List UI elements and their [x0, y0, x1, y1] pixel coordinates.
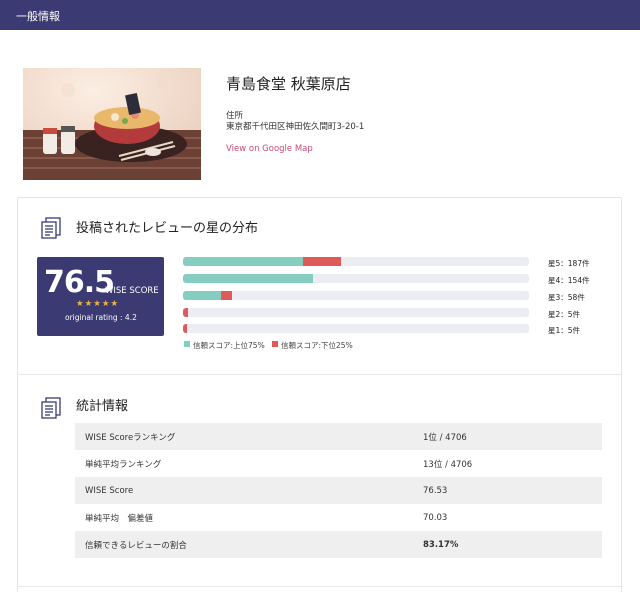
legend-trusted-swatch: [184, 341, 190, 347]
stat-value: 76.53: [423, 477, 602, 504]
bar-untrusted-1: [183, 324, 187, 333]
legend-untrusted: 信頼スコア:下位25%: [281, 341, 353, 350]
distribution-title: 投稿されたレビューの星の分布: [76, 221, 259, 236]
rating-bar-2: [183, 308, 529, 317]
restaurant-image: [23, 68, 201, 180]
bar-label-3: 星3：58件: [548, 293, 585, 302]
legend-untrusted-swatch: [272, 341, 278, 347]
document-icon: [39, 396, 63, 420]
document-icon: [39, 216, 63, 240]
bar-label-2: 星2：5件: [548, 310, 581, 319]
table-row: WISE Scoreランキング 1位 / 4706: [75, 423, 602, 450]
original-rating: original rating : 4.2: [65, 313, 137, 322]
stat-value: 83.17%: [423, 531, 602, 558]
stat-value: 70.03: [423, 512, 448, 523]
table-row: WISE Score 76.53: [75, 477, 602, 504]
stat-label: 単純平均 偏差値: [85, 513, 154, 524]
table-row: 単純平均ランキング 13位 / 4706: [75, 450, 602, 477]
bar-untrusted-2: [183, 308, 188, 317]
bar-trusted-3: [183, 291, 221, 300]
stats-table: WISE Scoreランキング 1位 / 4706 単純平均ランキング 13位 …: [75, 423, 602, 558]
stat-label: 単純平均ランキング: [85, 459, 162, 470]
shop-name: 青島食堂 秋葉原店: [226, 75, 351, 93]
bar-trusted-4: [183, 274, 313, 283]
stats-title: 統計情報: [76, 399, 129, 414]
bar-label-4: 星4：154件: [548, 276, 590, 285]
wise-score-box: 76.5 WISE SCORE ★★★★★ original rating : …: [37, 257, 164, 336]
rating-bar-5: [183, 257, 529, 266]
rating-bar-4: [183, 274, 529, 283]
bar-untrusted-5: [303, 257, 341, 266]
google-map-link[interactable]: View on Google Map: [226, 144, 313, 154]
bar-label-1: 星1：5件: [548, 326, 581, 335]
page-title: 一般情報: [16, 10, 60, 23]
stat-value: 1位 / 4706: [423, 423, 602, 450]
star-rating-icon: ★★★★★: [76, 299, 120, 309]
legend-trusted: 信頼スコア:上位75%: [193, 341, 265, 350]
section-divider: [17, 374, 622, 375]
table-row: 信頼できるレビューの割合 83.17%: [75, 531, 602, 558]
wise-score-value: 76.5: [44, 265, 115, 300]
stat-label: WISE Score: [75, 477, 423, 504]
section-divider-bottom: [17, 586, 622, 587]
stat-label: WISE Scoreランキング: [75, 423, 423, 450]
bar-trusted-5: [183, 257, 303, 266]
table-row: 単純平均 偏差値 70.03: [75, 504, 602, 531]
rating-bar-1: [183, 324, 529, 333]
wise-score-label: WISE SCORE: [105, 286, 159, 296]
address-value: 東京都千代田区神田佐久間町3-20-1: [226, 122, 365, 132]
top-bar: 一般情報: [0, 0, 640, 30]
bar-untrusted-3: [221, 291, 232, 300]
stat-value: 13位 / 4706: [423, 459, 473, 470]
rating-bar-3: [183, 291, 529, 300]
stat-label: 信頼できるレビューの割合: [75, 531, 423, 558]
bar-label-5: 星5：187件: [548, 259, 590, 268]
